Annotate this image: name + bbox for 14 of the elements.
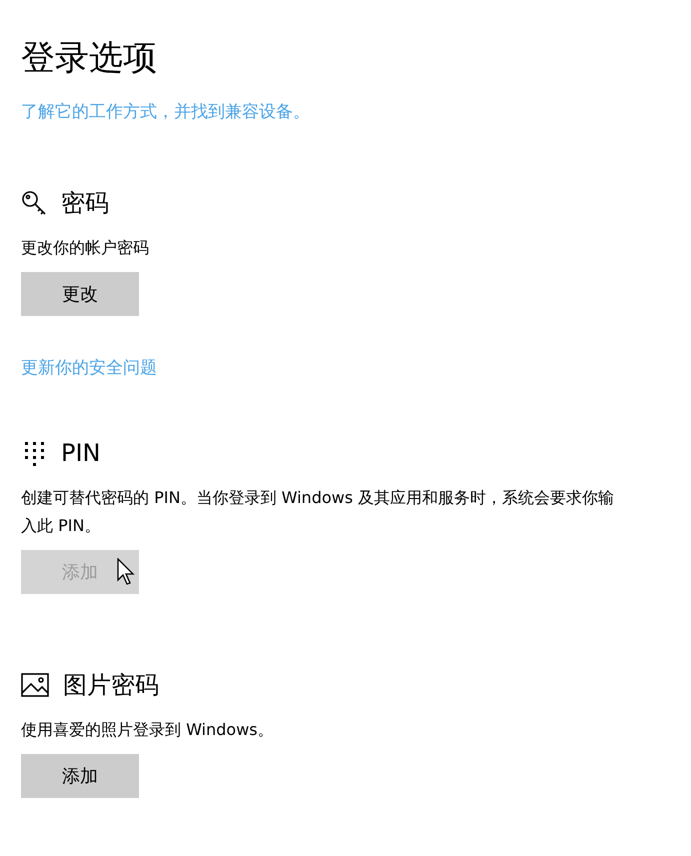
section-description: 使用喜爱的照片登录到 Windows。 bbox=[21, 719, 274, 741]
pointer-icon bbox=[117, 558, 137, 586]
page-title: 登录选项 bbox=[21, 37, 158, 80]
image-icon bbox=[21, 673, 49, 697]
section-heading: 图片密码 bbox=[63, 670, 159, 701]
key-icon bbox=[21, 190, 47, 216]
security-questions-link[interactable]: 更新你的安全问题 bbox=[21, 356, 157, 380]
section-description: 更改你的帐户密码 bbox=[21, 237, 149, 259]
section-description: 创建可替代密码的 PIN。当你登录到 Windows 及其应用和服务时，系统会要求你输入此 PIN。 bbox=[21, 487, 616, 537]
change-button[interactable]: 更改 bbox=[21, 272, 139, 316]
section-heading: 密码 bbox=[61, 188, 109, 219]
learn-more-link[interactable]: 了解它的工作方式，并找到兼容设备。 bbox=[21, 100, 310, 124]
section-heading: PIN bbox=[61, 438, 101, 469]
add-button[interactable]: 添加 bbox=[21, 754, 139, 798]
